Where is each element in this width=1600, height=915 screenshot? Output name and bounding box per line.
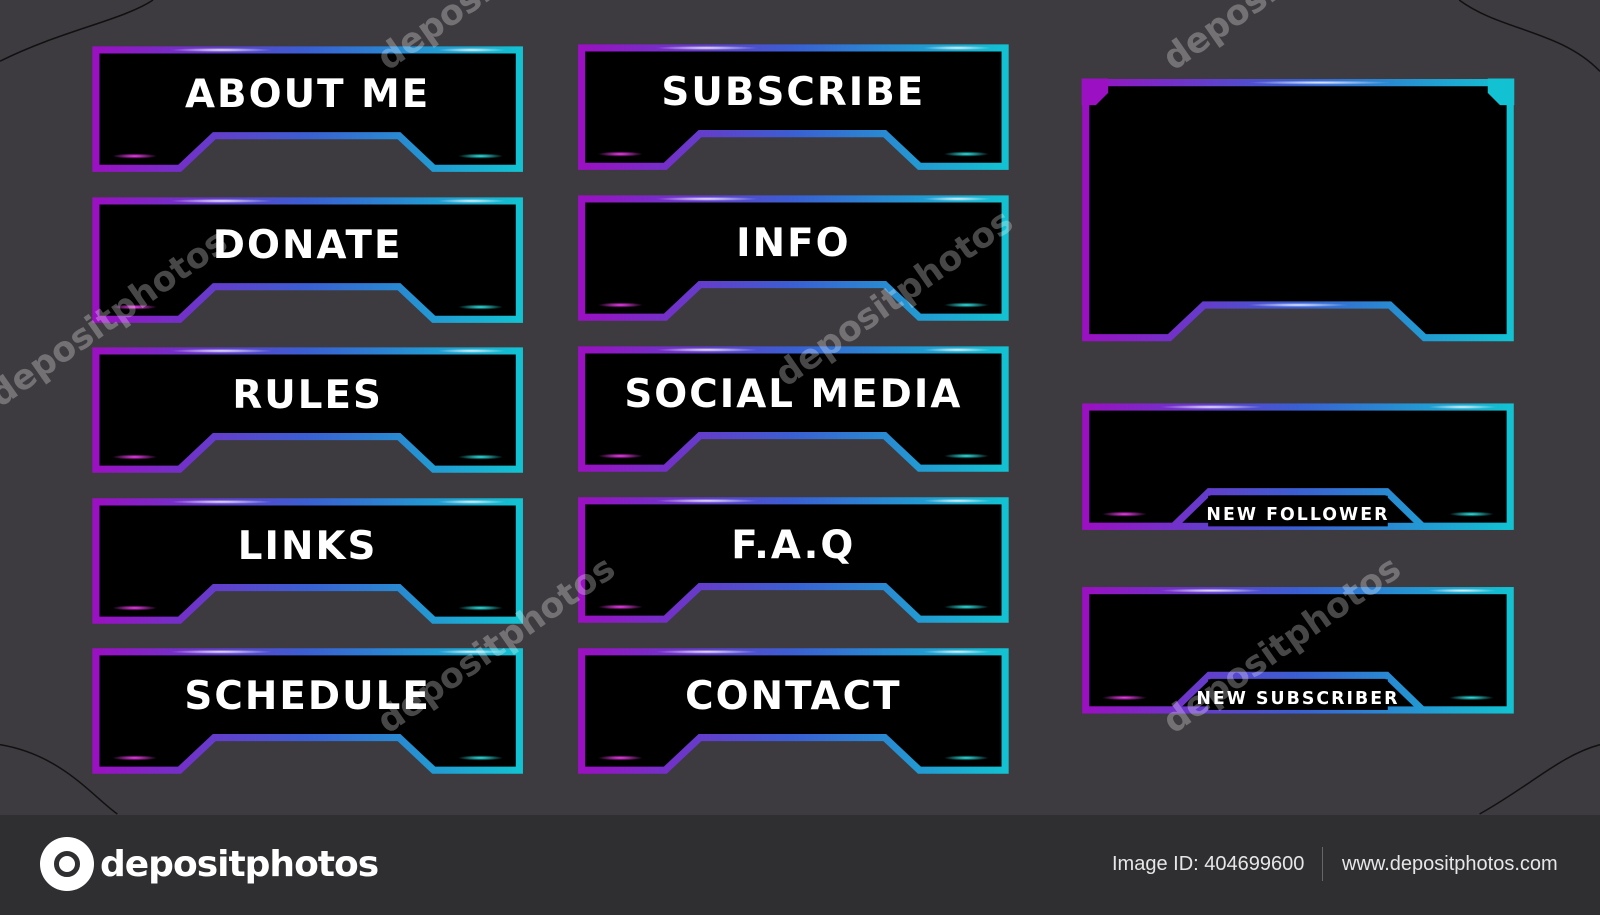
highlight	[1248, 80, 1392, 85]
highlight	[169, 47, 274, 53]
cyan-glow	[458, 605, 504, 611]
pink-glow	[597, 302, 643, 308]
button-about-me[interactable]: ABOUT ME	[92, 46, 523, 172]
highlight	[922, 45, 992, 50]
decor-curve	[1458, 0, 1600, 72]
overlay-canvas: ABOUT MEDONATERULESLINKSSCHEDULESUBSCRIB…	[0, 0, 1600, 815]
highlight	[437, 47, 507, 53]
decor-curve	[1479, 743, 1600, 815]
cyan-glow	[943, 302, 989, 308]
watermark: depositphotos	[1156, 0, 1409, 79]
highlight	[169, 348, 274, 353]
pink-glow	[1102, 511, 1147, 517]
divider	[1322, 847, 1323, 881]
button-label: RULES	[232, 373, 383, 418]
cyan-glow	[943, 604, 989, 610]
button-subscribe[interactable]: SUBSCRIBE	[578, 44, 1009, 170]
cyan-glow	[458, 755, 504, 761]
depositphotos-logo[interactable]: depositphotos	[40, 837, 379, 891]
highlight	[655, 649, 759, 654]
cyan-glow	[943, 151, 989, 157]
webcam-border	[1082, 79, 1514, 342]
highlight	[655, 347, 759, 352]
cyan-glow	[943, 453, 989, 459]
highlight	[655, 498, 759, 503]
button-label: ABOUT ME	[185, 72, 430, 117]
highlight	[1159, 588, 1264, 593]
highlight	[922, 196, 992, 201]
alert-label: NEW FOLLOWER	[1206, 505, 1389, 525]
highlight	[437, 348, 507, 353]
cyan-glow	[458, 304, 504, 310]
highlight	[1427, 588, 1497, 593]
cyan-glow	[943, 755, 989, 761]
camera-icon	[40, 837, 94, 891]
button-label: SUBSCRIBE	[661, 70, 925, 115]
pink-glow	[597, 604, 643, 610]
button-label: F.A.Q	[731, 523, 855, 568]
pink-glow	[112, 153, 158, 159]
site-link[interactable]: www.depositphotos.com	[1342, 853, 1558, 876]
highlight	[1427, 404, 1497, 410]
highlight	[437, 499, 507, 504]
highlight	[437, 198, 507, 203]
image-id: Image ID: 404699600	[1112, 853, 1305, 875]
button-label: CONTACT	[685, 674, 901, 719]
cyan-glow	[1448, 511, 1494, 517]
button-contact[interactable]: CONTACT	[578, 648, 1009, 774]
highlight	[169, 499, 274, 504]
webcam-frame	[1081, 78, 1515, 342]
logo-text: depositphotos	[100, 843, 379, 885]
highlight	[655, 196, 759, 201]
pink-glow	[597, 453, 643, 459]
pink-glow	[597, 151, 643, 157]
button-links[interactable]: LINKS	[92, 498, 523, 624]
button-label: LINKS	[238, 524, 378, 569]
cyan-glow	[458, 153, 504, 159]
button-label: DONATE	[213, 223, 403, 268]
footer-bar: depositphotos Image ID: 404699600 www.de…	[0, 815, 1600, 915]
pink-glow	[112, 755, 158, 761]
pink-glow	[112, 605, 158, 611]
highlight	[922, 649, 992, 654]
pink-glow	[597, 755, 643, 761]
cyan-glow	[458, 454, 504, 460]
cyan-glow	[1448, 695, 1494, 701]
pink-glow	[1102, 695, 1147, 701]
highlight	[922, 347, 992, 352]
button-rules[interactable]: RULES	[92, 347, 523, 473]
button-f-a-q[interactable]: F.A.Q	[578, 497, 1009, 623]
highlight	[922, 498, 992, 503]
highlight	[1159, 404, 1264, 410]
pink-glow	[112, 454, 158, 460]
highlight	[655, 45, 759, 50]
highlight	[169, 198, 274, 203]
alert-new-follower: NEW FOLLOWER	[1082, 403, 1514, 530]
button-label: INFO	[736, 221, 850, 266]
highlight	[1246, 302, 1349, 308]
highlight	[169, 649, 274, 654]
